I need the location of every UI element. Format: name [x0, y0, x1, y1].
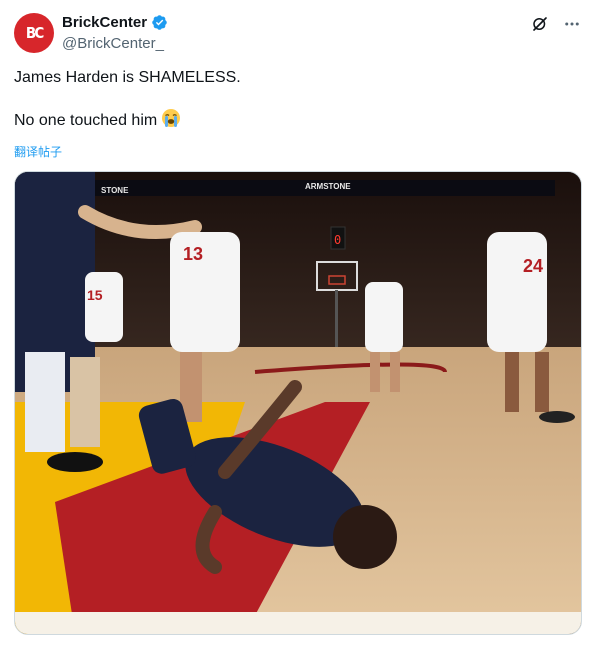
fallen-player-head: [333, 505, 397, 569]
player-24-shoe: [539, 411, 575, 423]
far-player-leg-2: [390, 352, 400, 392]
basketball-video-frame: STONE ARMSTONE 0 13 15 24: [15, 172, 581, 634]
loudly-crying-face-icon: [162, 109, 181, 127]
tweet-top-actions: [531, 15, 581, 33]
player-15-jersey: [85, 272, 123, 342]
left-player-leg: [25, 352, 65, 452]
more-icon[interactable]: [563, 15, 581, 33]
player-24-jersey: [487, 232, 547, 352]
tweet-header: BC BrickCenter @BrickCenter_: [14, 11, 581, 55]
translate-post-link[interactable]: 翻译帖子: [14, 143, 62, 160]
player-13-number: 13: [183, 244, 203, 264]
far-player-jersey: [365, 282, 403, 352]
far-player-leg: [370, 352, 380, 392]
tweet-text-line-2: No one touched him: [14, 108, 574, 131]
tweet-text: James Harden is SHAMELESS. No one touche…: [14, 68, 574, 131]
left-player-leg-2: [70, 357, 100, 447]
grok-icon[interactable]: [531, 15, 549, 33]
player-24-number: 24: [523, 256, 543, 276]
tweet-text-line-2-text: No one touched him: [14, 112, 158, 129]
avatar-logo: BC: [25, 24, 44, 42]
court-baseline: [15, 612, 581, 634]
tweet-text-line-1: James Harden is SHAMELESS.: [14, 69, 241, 86]
verified-badge-icon: [152, 15, 167, 30]
author-display-name[interactable]: BrickCenter: [62, 14, 147, 31]
avatar[interactable]: BC: [14, 13, 54, 53]
player-13-jersey: [170, 232, 240, 352]
author-handle[interactable]: @BrickCenter_: [62, 35, 164, 52]
player-24-leg: [505, 352, 519, 412]
arena-signage-left: STONE: [101, 186, 129, 195]
author-name-row: BrickCenter: [62, 14, 168, 31]
shot-clock-digits: 0: [334, 233, 341, 247]
tweet-media-image[interactable]: STONE ARMSTONE 0 13 15 24: [14, 171, 582, 635]
player-24-leg-2: [535, 352, 549, 412]
hoop-stanchion: [335, 290, 338, 350]
left-player-shoe: [47, 452, 103, 472]
player-15-number: 15: [87, 287, 103, 303]
arena-signage-center: ARMSTONE: [305, 182, 351, 191]
